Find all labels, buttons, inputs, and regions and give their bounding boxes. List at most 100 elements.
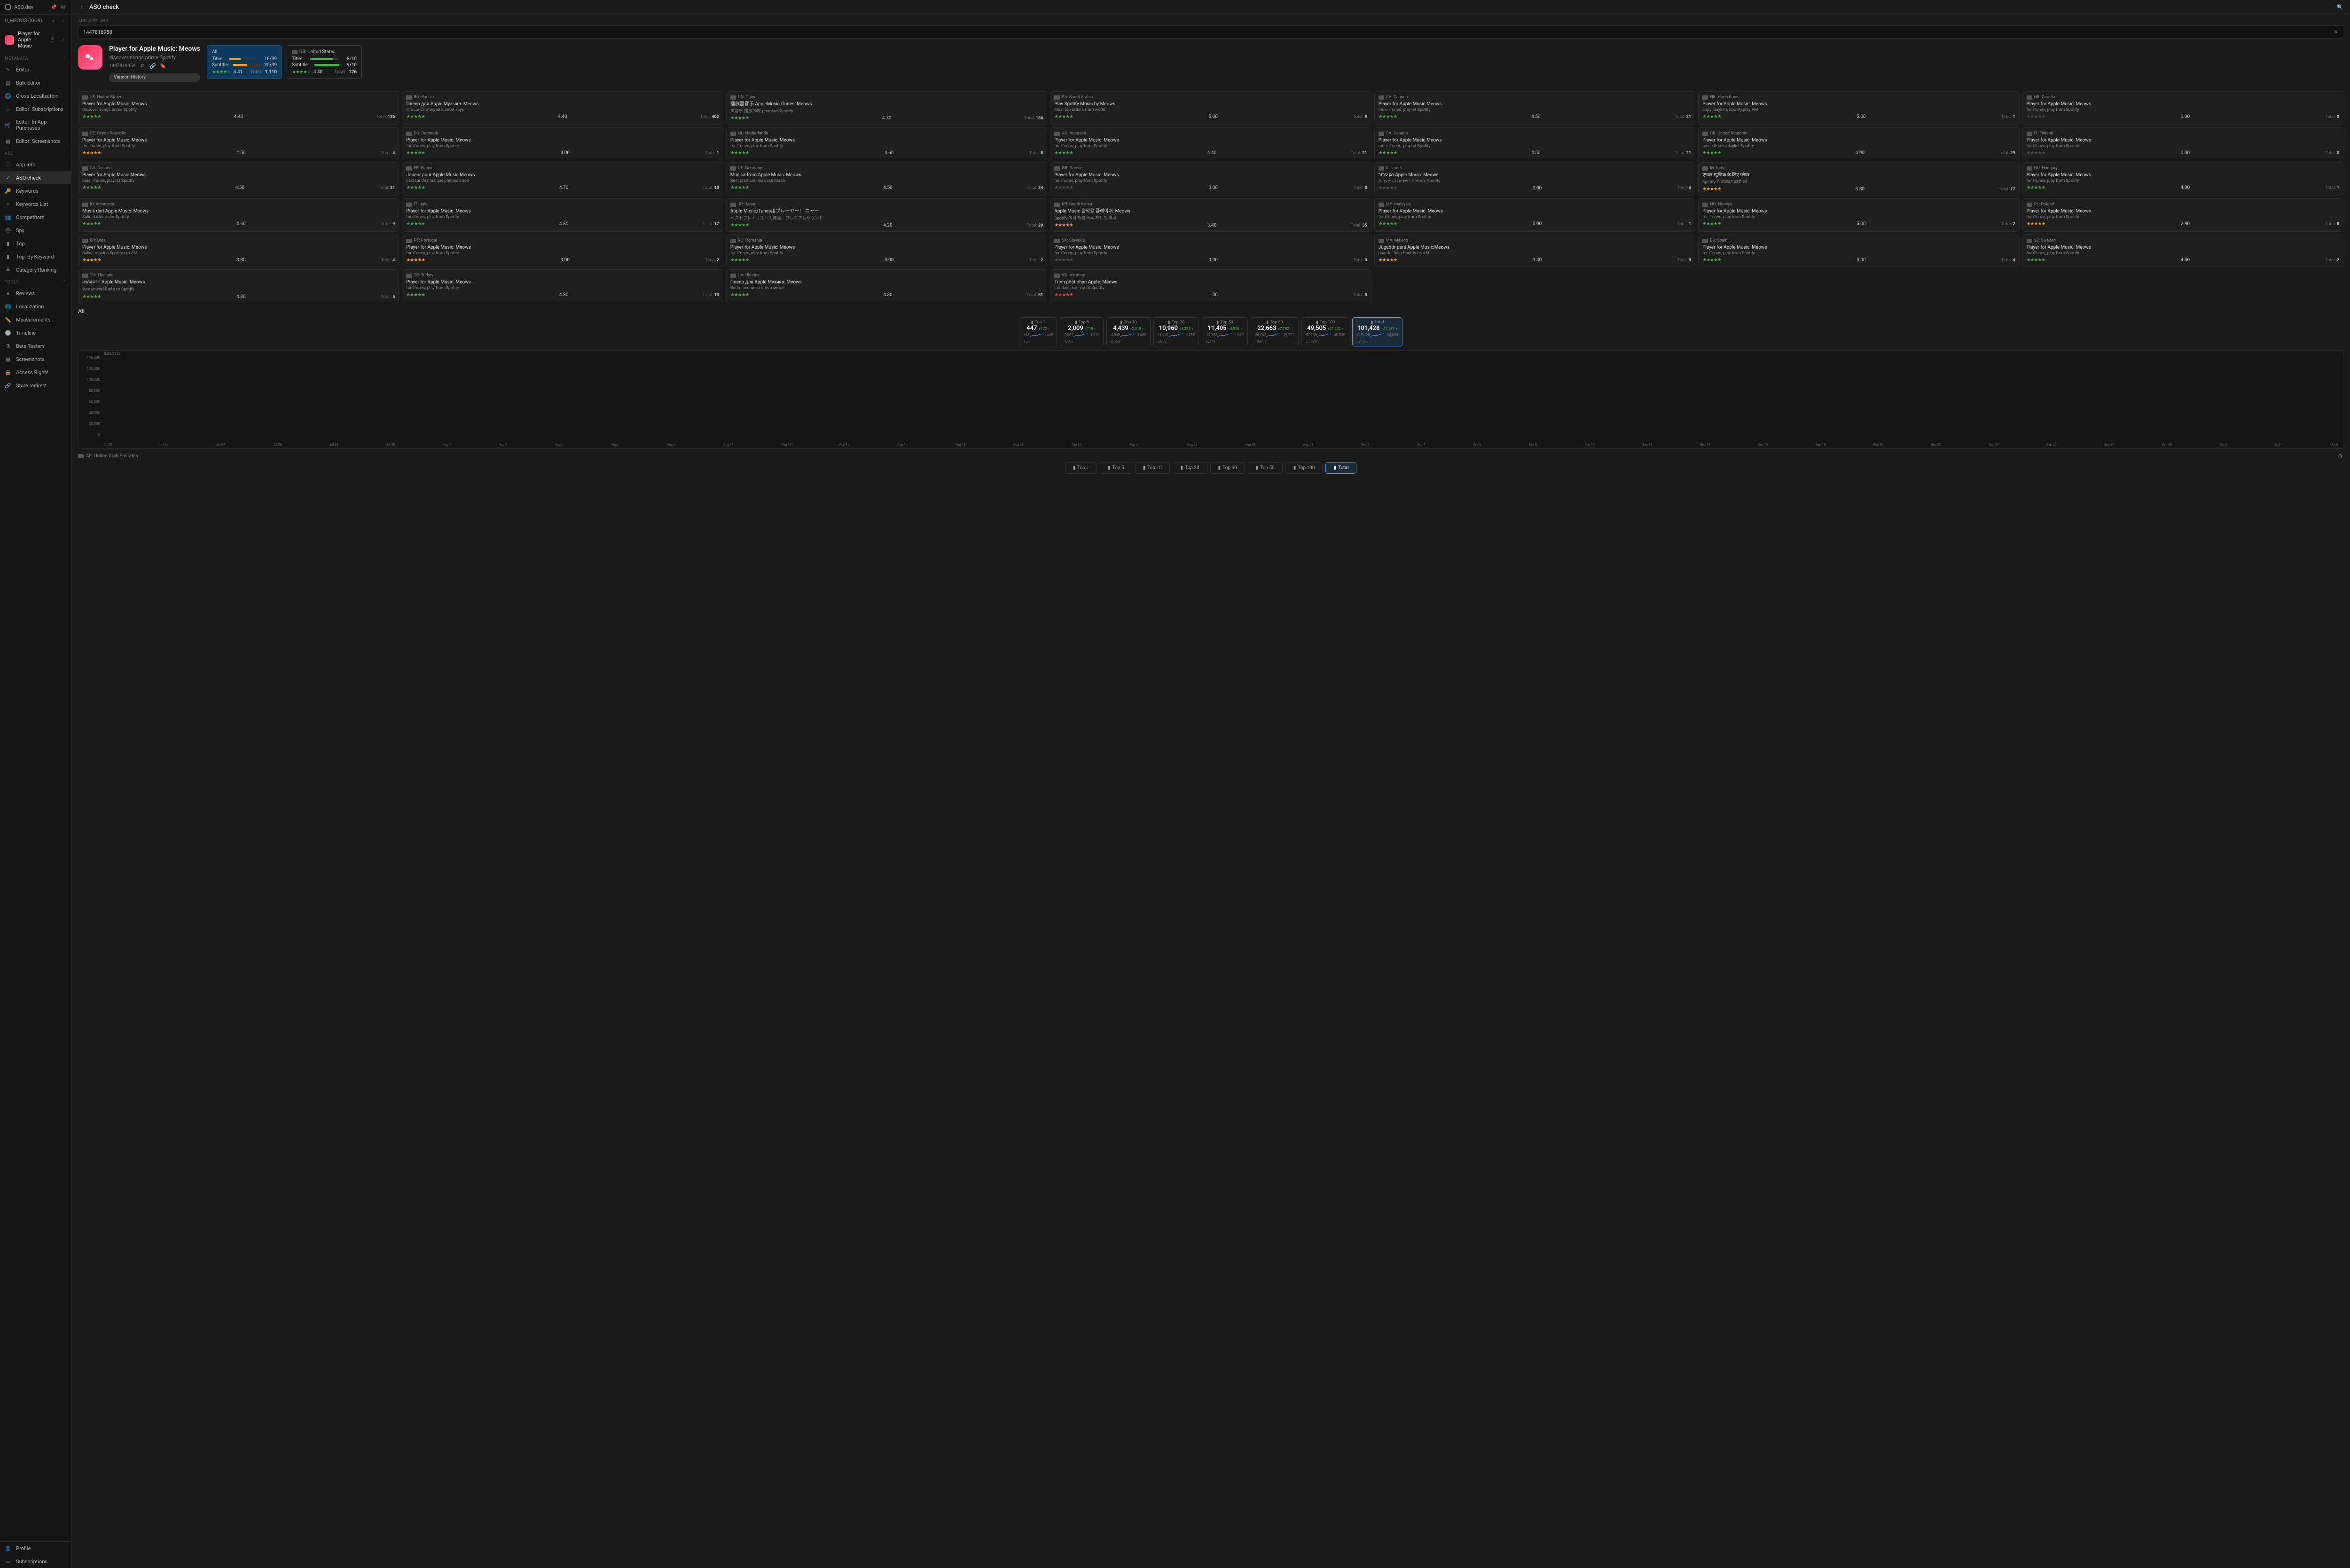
top-tab-top-20[interactable]: ▮Top 20 10,960 +4,325 ↑ 11,4619,288 6,06… — [1153, 317, 1199, 346]
country-card-no[interactable]: NO: Norway Player for Apple Music: Meows… — [1698, 198, 2019, 232]
sidebar-item-app-info[interactable]: ⓘApp Info — [0, 158, 71, 171]
country-card-se[interactable]: SE: Sweden Player for Apple Music: Meows… — [2022, 235, 2343, 267]
sidebar-item-profile[interactable]: 👤Profile — [0, 1542, 71, 1555]
sidebar-item-editor-subscriptions[interactable]: ▭Editor: Subscriptions — [0, 102, 71, 116]
top-tab-top-10[interactable]: ▮Top 10 4,439 +2,318 ↑ 4,5603,400 2,054 — [1106, 317, 1150, 346]
sidebar-item-competitors[interactable]: 👥Competitors — [0, 211, 71, 224]
back-icon[interactable]: ‹ — [78, 4, 85, 11]
sidebar-item-editor[interactable]: ✎Editor — [0, 63, 71, 76]
sidebar-item-bulk-editor[interactable]: ▤Bulk Editor — [0, 76, 71, 89]
phone-icon[interactable]: 📱 — [49, 37, 56, 43]
version-history-button[interactable]: Version History — [109, 73, 200, 82]
country-card-vn[interactable]: VN: Vietnam Trình phát nhạc Apple: Meows… — [1050, 269, 1371, 303]
sidebar-item-category-ranking[interactable]: ≚Category Ranking — [0, 263, 71, 276]
bottom-tab-top-50[interactable]: ▮Top 50 — [1248, 462, 1283, 474]
sidebar-item-localization[interactable]: 🌐Localization — [0, 300, 71, 313]
sidebar-item-top-by-keyword[interactable]: ▮Top: By Keyword — [0, 250, 71, 263]
country-card-pt[interactable]: PT: Portugal Player for Apple Music: Meo… — [402, 235, 723, 267]
bottom-tab-top-100[interactable]: ▮Top 100 — [1285, 462, 1323, 474]
bottom-tab-top-20[interactable]: ▮Top 20 — [1173, 462, 1207, 474]
country-card-my[interactable]: MY: Malaysia Player for Apple Music: Meo… — [1374, 198, 1695, 232]
sidebar-item-subscriptions[interactable]: ▭Subscriptions — [0, 1555, 71, 1568]
sidebar-item-measurements[interactable]: 📏Measurements — [0, 313, 71, 326]
country-card-sa[interactable]: SA: Saudi Arabia Play Spotify Music by M… — [1050, 91, 1371, 125]
country-card-fr[interactable]: FR: France Joueur pour Apple Music:Meows… — [402, 162, 723, 196]
sidebar-item-beta-testers[interactable]: ⚗Beta Testers — [0, 339, 71, 353]
mail-icon[interactable]: ✉ — [60, 4, 66, 10]
link-icon[interactable]: 🔗 — [149, 63, 156, 69]
country-card-ru[interactable]: RU: Russia Плеер для Apple Музыка: Meows… — [402, 91, 723, 125]
chevron-right-icon[interactable]: › — [60, 37, 66, 43]
country-card-br[interactable]: BR: Brazil Player for Apple Music: Meows… — [78, 235, 399, 267]
sidebar-item-screenshots[interactable]: ▦Screenshots — [0, 353, 71, 366]
country-card-au[interactable]: AU: Australia Player for Apple Music: Me… — [1050, 127, 1371, 159]
sidebar-item-store-redirect[interactable]: 🔗Store redirect — [0, 379, 71, 392]
country-card-ca[interactable]: CA: Canada Player for Apple Music:Meows … — [1374, 91, 1695, 125]
country-card-pl[interactable]: PL: Poland Player for Apple Music: Meows… — [2022, 198, 2343, 232]
country-card-ro[interactable]: RO: Romania Player for Apple Music: Meow… — [726, 235, 1047, 267]
bookmark-icon[interactable]: 🔖 — [160, 63, 166, 69]
chevron-up-icon[interactable]: ⌃ — [63, 280, 66, 285]
country-card-id[interactable]: ID: Indonesia Musik dari Apple Music: Me… — [78, 198, 399, 232]
country-card-cz[interactable]: CZ: Czech Republic Player for Apple Musi… — [78, 127, 399, 159]
sidebar-item-editor-in-app-purchases[interactable]: 🛒Editor: In-App Purchases — [0, 116, 71, 134]
top-tab-total[interactable]: ▮Total 101,428 +41,133 ↑ 115,49584,625 5… — [1352, 317, 1402, 346]
country-card-nl[interactable]: NL: Netherlands Player for Apple Music: … — [726, 127, 1047, 159]
country-card-cn[interactable]: CN: China 播放器音乐 AppleMusic,iTunes: Meows… — [726, 91, 1047, 125]
country-card-kr[interactable]: KR: South Korea Apple Music 음악용 플레이어: Me… — [1050, 198, 1371, 232]
sidebar-item-top[interactable]: ▮Top — [0, 237, 71, 250]
country-card-mx[interactable]: MX: Mexico Jugador para Apple Music:Meow… — [1374, 235, 1695, 267]
country-card-gb[interactable]: GB: United Kingdom Player for Apple Musi… — [1698, 127, 2019, 159]
top-tab-top-30[interactable]: ▮Top 30 11,405 +4,516 ↑ 12,1389,948 6,77… — [1202, 317, 1248, 346]
chevron-right-icon[interactable]: › — [60, 17, 66, 24]
bottom-tab-top-1[interactable]: ▮Top 1 — [1065, 462, 1097, 474]
top-tab-top-100[interactable]: ▮Top 100 49,505 +21,332 ↑ 57,13540,039 2… — [1301, 317, 1349, 346]
country-card-hk[interactable]: HK: Hong Kong Player for Apple Music: Me… — [1698, 91, 2019, 125]
country-card-hu[interactable]: HU: Hungary Player for Apple Music: Meow… — [2022, 162, 2343, 196]
sidebar-item-aso-check[interactable]: ✓ASO check — [0, 171, 71, 184]
copy-icon[interactable]: ⧉ — [139, 63, 146, 69]
sidebar-app-name[interactable]: Player for Apple Music — [18, 31, 46, 49]
country-card-es[interactable]: ES: Spain Player for Apple Music: Meows … — [1698, 235, 2019, 267]
country-card-fi[interactable]: FI: Finland Player for Apple Music: Meow… — [2022, 127, 2343, 159]
sidebar-item-keywords[interactable]: 🔑Keywords — [0, 184, 71, 197]
country-card-us[interactable]: US: United States Player for Apple Music… — [78, 91, 399, 125]
country-card-de[interactable]: DE: Germany Musica from Apple Music: Meo… — [726, 162, 1047, 196]
country-card-it[interactable]: IT: Italy Player for Apple Music: Meows … — [402, 198, 723, 232]
country-card-ca[interactable]: CA: Canada Player for Apple Music:Meows … — [1374, 127, 1695, 159]
country-card-ua[interactable]: UA: Ukraine Плеєр для Apple Музика: Meow… — [726, 269, 1047, 303]
summary-us[interactable]: US: United States Title:8/10 Subtitle:9/… — [287, 45, 362, 79]
sidebar-item-cross-localization[interactable]: 🌐Cross Localization — [0, 89, 71, 102]
sidebar-item-spy[interactable]: 👁Spy — [0, 224, 71, 237]
gear-icon[interactable]: ⚙ — [2337, 453, 2343, 459]
sidebar-item-editor-screenshots[interactable]: ▦Editor: Screenshots — [0, 134, 71, 148]
chevron-up-icon[interactable]: ⌃ — [63, 56, 66, 61]
country-card-ca[interactable]: CA: Canada Player for Apple Music:Meows … — [78, 162, 399, 196]
pin-icon[interactable]: 📌 — [50, 4, 57, 10]
country-card-jp[interactable]: JP: Japan Apple Music,iTunes用プレーヤー！ ニャー … — [726, 198, 1047, 232]
bottom-tab-top-30[interactable]: ▮Top 30 — [1210, 462, 1245, 474]
bottom-tab-total[interactable]: ▮Total — [1325, 462, 1356, 474]
bottom-tab-top-5[interactable]: ▮Top 5 — [1100, 462, 1132, 474]
sidebar-item-reviews[interactable]: ★Reviews — [0, 287, 71, 300]
country-card-in[interactable]: IN: India एप्पल म्यूजिक के लिए प्लेयर Sp… — [1698, 162, 2019, 196]
sidebar-item-keywords-list[interactable]: ≡Keywords List — [0, 197, 71, 211]
sidebar-item-timeline[interactable]: 🕐Timeline — [0, 326, 71, 339]
country-card-tr[interactable]: TR: Turkey Player for Apple Music: Meows… — [402, 269, 723, 303]
country-card-gr[interactable]: GR: Greece Player for Apple Music: Meows… — [1050, 162, 1371, 196]
app-link-input[interactable]: 1447818958 ✕ — [78, 25, 2343, 39]
search-icon[interactable]: 🔍 — [2337, 4, 2343, 11]
bottom-tab-top-10[interactable]: ▮Top 10 — [1135, 462, 1170, 474]
clear-icon[interactable]: ✕ — [2334, 29, 2338, 35]
top-tab-top-1[interactable]: ▮Top 1 447 +172 ↑ 645445 150 — [1019, 317, 1057, 346]
chevron-up-icon[interactable]: ⌃ — [63, 151, 66, 156]
collapse-icon[interactable]: ⇤ — [51, 17, 58, 24]
top-tab-top-5[interactable]: ▮Top 5 2,009 +718 ↑ 2,0671,676 1,103 — [1060, 317, 1104, 346]
top-tab-top-50[interactable]: ▮Top 50 22,663 +7,752 ↑ 25,74219,727 14,… — [1251, 317, 1299, 346]
country-card-dk[interactable]: DK: Denmark Player for Apple Music: Meow… — [402, 127, 723, 159]
sidebar-item-access-rights[interactable]: 🔒Access Rights — [0, 366, 71, 379]
summary-all[interactable]: All Title:16/39 Subtitle:20/39 ★★★★☆4.41… — [207, 45, 282, 79]
country-card-sk[interactable]: SK: Slovakia Player for Apple Music: Meo… — [1050, 235, 1371, 267]
country-card-il[interactable]: IL: Israel נגן עבור Apple Music: Meows ה… — [1374, 162, 1695, 196]
chart[interactable]: 140,000120,000100,00080,00060,00040,0002… — [78, 350, 2343, 449]
